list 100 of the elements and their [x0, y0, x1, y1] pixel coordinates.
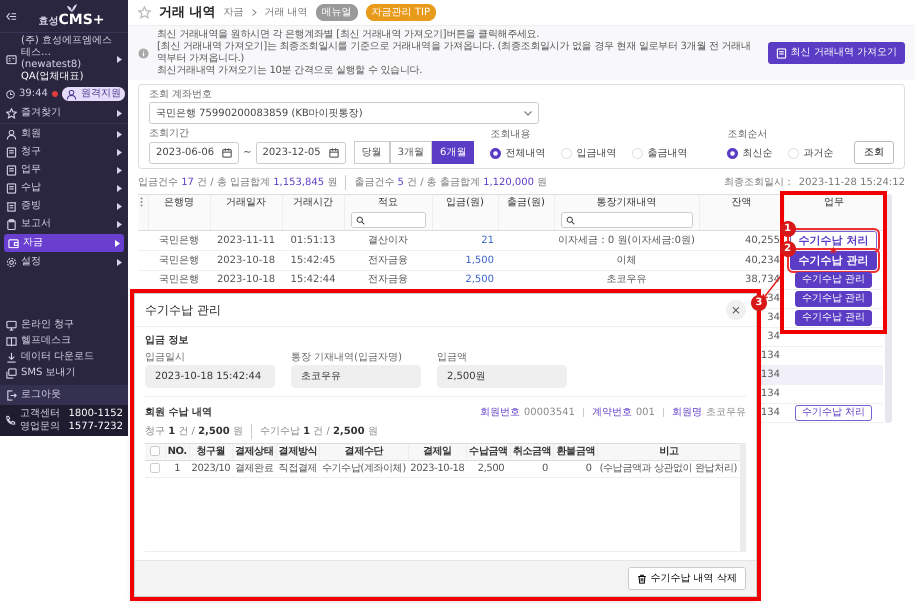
- document-icon: [6, 182, 17, 194]
- table-cell: 2023-10-18: [410, 462, 464, 474]
- period-tab[interactable]: 당월: [354, 141, 390, 164]
- table-cell: 01:51:13: [290, 234, 336, 246]
- manual-payment-manage-button[interactable]: 수기수납 관리: [794, 310, 872, 326]
- manual-payment-manage-button[interactable]: 수기수납 관리: [790, 251, 878, 270]
- sidebar-item[interactable]: 업무: [0, 162, 128, 178]
- column-header: 수납금액: [469, 446, 508, 457]
- caret-icon: [115, 240, 120, 246]
- phone-icon: [5, 415, 16, 426]
- clock-icon: [6, 90, 15, 98]
- star-icon[interactable]: [138, 6, 151, 19]
- document-icon: [6, 164, 17, 176]
- radio-label[interactable]: 전체내역: [505, 146, 546, 160]
- table-cell: 전자금융: [368, 254, 408, 266]
- checkbox[interactable]: [150, 462, 160, 473]
- breadcrumb-item: 거래 내역: [264, 6, 308, 20]
- session-timer: 39:44: [19, 88, 48, 100]
- breadcrumb-item[interactable]: 자금: [224, 5, 244, 20]
- checkbox[interactable]: [150, 446, 160, 456]
- sidebar-link[interactable]: 데이터 다운로드: [0, 349, 128, 365]
- period-tab[interactable]: 3개월: [390, 141, 432, 164]
- column-header: 청구월: [196, 446, 226, 457]
- column-header: 은행명: [163, 197, 195, 209]
- sidebar-item[interactable]: 보고서: [0, 216, 128, 232]
- field-label: 입금액: [437, 352, 468, 364]
- radio-button[interactable]: [727, 148, 738, 158]
- alert-dot-icon: [52, 91, 58, 97]
- date-field[interactable]: 2023-06-06: [149, 142, 240, 164]
- radio-button[interactable]: [490, 148, 502, 158]
- manual-payment-manage-button[interactable]: 수기수납 관리: [794, 291, 872, 308]
- table-cell: 0: [542, 462, 548, 474]
- delete-button[interactable]: 수기수납 내역 삭제: [628, 567, 746, 590]
- sidebar-link[interactable]: 온라인 청구: [0, 317, 128, 333]
- logout-button[interactable]: 로그아웃: [0, 385, 128, 405]
- contact-number: 1800-1152: [68, 408, 123, 420]
- search-icon: [566, 216, 574, 224]
- column-header: 업무: [822, 197, 845, 209]
- manual-payment-manage-button[interactable]: 수기수납 관리: [794, 272, 872, 288]
- sidebar-link[interactable]: SMS 보내기: [0, 365, 128, 381]
- table-cell: 40,255: [745, 234, 780, 246]
- table-cell: 1,500: [465, 254, 494, 266]
- radio-label[interactable]: 과거순: [803, 146, 834, 160]
- sidebar-link[interactable]: 헬프데스크: [0, 333, 128, 349]
- field-label: 조회순서: [727, 129, 768, 141]
- column-header: 잔액: [730, 197, 752, 209]
- column-header: 결제방식: [278, 446, 318, 457]
- field-label: 조회 계좌번호: [149, 89, 214, 101]
- column-header: 비고: [659, 446, 679, 457]
- filter-field[interactable]: [350, 212, 426, 228]
- search-button[interactable]: 조회: [854, 141, 894, 164]
- notice-text: 최신거래내역 가져오기는 10분 간격으로 실행할 수 있습니다.: [157, 65, 424, 77]
- sidebar-item[interactable]: 증빙: [0, 198, 128, 214]
- account-select[interactable]: 국민은행 75990200083859 (KB마이핏통장): [149, 102, 539, 124]
- sidebar-item[interactable]: 설정: [0, 254, 128, 270]
- sidebar-item[interactable]: 자금: [4, 234, 124, 252]
- sidebar-item[interactable]: 수납: [0, 180, 128, 196]
- filter-field[interactable]: [560, 212, 692, 228]
- table-cell: 직접결제: [278, 462, 318, 474]
- manual-payment-button[interactable]: 수기수납 처리: [794, 405, 872, 422]
- period-tab[interactable]: 6개월: [432, 141, 474, 164]
- table-cell: 결제완료: [235, 462, 274, 474]
- table-cell: 2,500: [478, 462, 504, 474]
- user-role: QA(업체대표): [21, 71, 85, 83]
- logout-icon: [6, 390, 17, 400]
- chevron-icon: [252, 9, 257, 16]
- table-cell: 34: [767, 331, 780, 342]
- date-field[interactable]: 2023-12-05: [256, 142, 346, 164]
- calendar-icon: [328, 148, 339, 158]
- meta-label: 회원명: [672, 406, 702, 420]
- fetch-latest-button[interactable]: 최신 거래내역 가져오기: [768, 42, 905, 64]
- table-cell: 134: [760, 369, 780, 380]
- caret-icon: [117, 130, 122, 138]
- readonly-field: 2023-10-18 15:42:44: [145, 364, 275, 388]
- sidebar-item[interactable]: 청구: [0, 144, 128, 160]
- table-cell: 2023/10: [192, 462, 230, 474]
- sidebar-item[interactable]: 즐겨찾기: [0, 103, 128, 124]
- last-query-label: 최종조회일시 :: [724, 176, 791, 190]
- meta-label: 계약번호: [592, 406, 632, 420]
- document-icon: [6, 146, 17, 158]
- collapse-icon[interactable]: [6, 12, 17, 20]
- building-icon: [6, 54, 17, 64]
- section-title: 회원 수납 내역: [145, 406, 212, 420]
- sidebar-item[interactable]: 회원: [0, 126, 128, 142]
- table-cell: (수납금액과 상관없이 완납처리): [600, 462, 737, 474]
- caret-icon: [117, 258, 122, 266]
- withdrawal-summary: 출금건수 5 건 / 총 출금합계 1,120,000 원: [354, 176, 548, 190]
- table-cell: 2023-10-18: [216, 254, 276, 266]
- notice-text: [최신 거래내역 가져오기]는 최종조회일시를 기준으로 거래내역을 가져옵니다. (최종조회일시가 없을 경우 현재 일로부터 3개월 전 거래내역부터 가져옵니다.): [157, 41, 752, 65]
- scrollbar[interactable]: [740, 442, 746, 551]
- table-row[interactable]: 국민은행 2023-10-18 15:42:45 전자금융 1,500 이체 40,234 수기수납 관리: [138, 250, 883, 271]
- page-title: 거래 내역: [159, 4, 216, 22]
- table-cell: 국민은행: [159, 274, 199, 286]
- radio-label[interactable]: 출금내역: [647, 146, 688, 160]
- radio-label[interactable]: 최신순: [742, 146, 772, 160]
- meta-value: 00003541: [524, 406, 575, 420]
- radio-label[interactable]: 입금내역: [576, 146, 616, 160]
- logo-text: CMS+: [58, 12, 105, 28]
- remote-support-button[interactable]: 원격지원: [62, 87, 125, 101]
- close-button[interactable]: ×: [726, 300, 746, 320]
